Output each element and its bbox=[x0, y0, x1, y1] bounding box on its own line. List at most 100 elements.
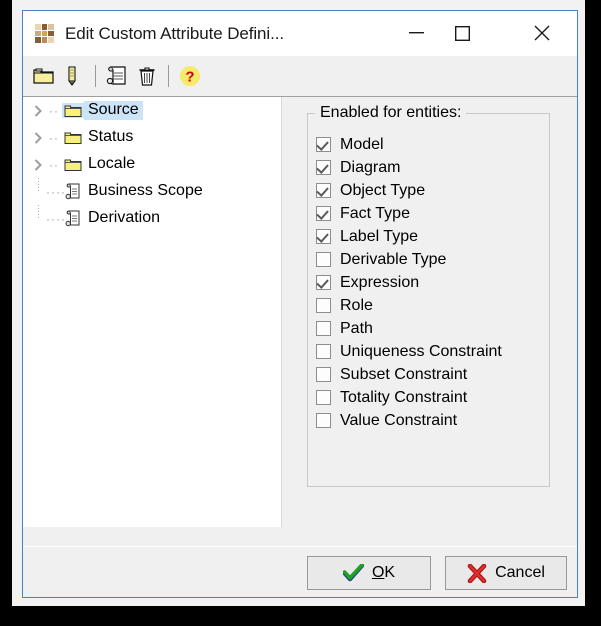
checkbox-role[interactable] bbox=[316, 298, 331, 313]
checkbox-expression[interactable] bbox=[316, 275, 331, 290]
scroll-icon bbox=[62, 182, 84, 201]
desktop-edge-right bbox=[585, 0, 601, 626]
folder-icon bbox=[62, 157, 84, 172]
checkbox-label: Totality Constraint bbox=[340, 388, 468, 406]
entity-checkbox-list: Model Diagram Object Type Fact Type Labe… bbox=[316, 133, 502, 432]
green-check-icon bbox=[342, 564, 364, 582]
checkbox-path[interactable] bbox=[316, 321, 331, 336]
checkbox-row-path[interactable]: Path bbox=[316, 317, 502, 340]
minimize-button[interactable] bbox=[393, 11, 439, 55]
folder-icon bbox=[62, 130, 84, 145]
tree-connector: ·· bbox=[49, 103, 59, 118]
checkbox-label: Value Constraint bbox=[340, 411, 458, 429]
ok-label: OK bbox=[371, 564, 396, 581]
toolbar-separator bbox=[168, 65, 169, 87]
folder-icon bbox=[33, 68, 54, 84]
pencil-icon bbox=[68, 66, 76, 86]
checkbox-label: Derivable Type bbox=[340, 250, 447, 268]
tree-item-status[interactable]: ·· Status bbox=[23, 124, 281, 151]
toolbar: ? bbox=[23, 56, 577, 97]
scroll-search-icon bbox=[106, 66, 126, 85]
checkbox-label: Subset Constraint bbox=[340, 365, 468, 383]
desktop-edge-left bbox=[0, 0, 12, 626]
checkbox-row-totality-constraint[interactable]: Totality Constraint bbox=[316, 386, 502, 409]
tree-item-source[interactable]: ·· Source bbox=[23, 97, 281, 124]
tree-connector: ···· bbox=[46, 211, 66, 226]
group-legend: Enabled for entities: bbox=[315, 104, 467, 122]
cancel-label: Cancel bbox=[495, 564, 545, 581]
chevron-right-icon[interactable] bbox=[31, 104, 46, 117]
tree-item-locale[interactable]: ·· Locale bbox=[23, 151, 281, 178]
edit-custom-attribute-definition-dialog: Edit Custom Attribute Defini... ? ·· Sou… bbox=[22, 10, 578, 598]
desktop-backdrop: Edit Custom Attribute Defini... ? ·· Sou… bbox=[0, 0, 601, 626]
checkbox-value-constraint[interactable] bbox=[316, 413, 331, 428]
checkbox-label: Model bbox=[340, 135, 384, 153]
tree-item-label: Status bbox=[88, 128, 134, 145]
close-icon bbox=[534, 25, 550, 41]
checkbox-label-type[interactable] bbox=[316, 229, 331, 244]
checkbox-row-value-constraint[interactable]: Value Constraint bbox=[316, 409, 502, 432]
desktop-edge-bottom bbox=[0, 606, 601, 626]
tree-connector: ·· bbox=[49, 157, 59, 172]
svg-text:?: ? bbox=[185, 69, 194, 86]
toolbar-separator bbox=[95, 65, 96, 87]
chevron-right-icon[interactable] bbox=[31, 131, 46, 144]
delete-button[interactable] bbox=[132, 61, 162, 91]
properties-button[interactable] bbox=[102, 61, 132, 91]
dialog-footer: OK Cancel bbox=[23, 546, 577, 597]
tree-connector bbox=[31, 205, 46, 232]
checkbox-totality-constraint[interactable] bbox=[316, 390, 331, 405]
tree-connector: ·· bbox=[49, 130, 59, 145]
tree-item-business-scope[interactable]: ···· Business Scope bbox=[23, 178, 281, 205]
maximize-button[interactable] bbox=[439, 11, 485, 55]
entity-settings-panel: Enabled for entities: Model Diagram Obje… bbox=[282, 97, 577, 546]
dialog-body: ·· Source ·· Status ·· Locale ···· Busin… bbox=[23, 97, 577, 546]
cancel-button[interactable]: Cancel bbox=[445, 556, 567, 590]
checkbox-row-diagram[interactable]: Diagram bbox=[316, 156, 502, 179]
checkbox-model[interactable] bbox=[316, 137, 331, 152]
red-x-icon bbox=[467, 563, 487, 583]
ok-button[interactable]: OK bbox=[307, 556, 431, 590]
window-title: Edit Custom Attribute Defini... bbox=[65, 23, 284, 43]
checkbox-object-type[interactable] bbox=[316, 183, 331, 198]
tree-item-derivation[interactable]: ···· Derivation bbox=[23, 205, 281, 232]
checkbox-derivable-type[interactable] bbox=[316, 252, 331, 267]
checkbox-label: Diagram bbox=[340, 158, 401, 176]
minimize-icon bbox=[408, 32, 424, 34]
scroll-icon bbox=[62, 209, 84, 228]
checkbox-fact-type[interactable] bbox=[316, 206, 331, 221]
checkbox-label: Expression bbox=[340, 273, 420, 291]
tree-item-label: Derivation bbox=[88, 209, 161, 226]
tree-connector: ···· bbox=[46, 184, 66, 199]
checkbox-row-derivable-type[interactable]: Derivable Type bbox=[316, 248, 502, 271]
checkbox-row-object-type[interactable]: Object Type bbox=[316, 179, 502, 202]
checkbox-row-uniqueness-constraint[interactable]: Uniqueness Constraint bbox=[316, 340, 502, 363]
chevron-right-icon[interactable] bbox=[31, 158, 46, 171]
checkbox-row-fact-type[interactable]: Fact Type bbox=[316, 202, 502, 225]
trash-icon bbox=[139, 67, 155, 86]
checkbox-uniqueness-constraint[interactable] bbox=[316, 344, 331, 359]
checkbox-label: Label Type bbox=[340, 227, 418, 245]
checkbox-row-role[interactable]: Role bbox=[316, 294, 502, 317]
checkbox-diagram[interactable] bbox=[316, 160, 331, 175]
checkbox-row-model[interactable]: Model bbox=[316, 133, 502, 156]
folder-icon bbox=[62, 103, 84, 118]
tree-item-label: Source bbox=[84, 101, 143, 120]
help-button[interactable]: ? bbox=[175, 61, 205, 91]
new-folder-button[interactable] bbox=[29, 61, 59, 91]
checkbox-row-subset-constraint[interactable]: Subset Constraint bbox=[316, 363, 502, 386]
tree-item-label: Locale bbox=[88, 155, 136, 172]
question-mark-icon: ? bbox=[180, 66, 200, 86]
checkbox-label: Object Type bbox=[340, 181, 426, 199]
checkbox-subset-constraint[interactable] bbox=[316, 367, 331, 382]
checkbox-label: Path bbox=[340, 319, 373, 337]
tree-connector bbox=[31, 178, 46, 205]
title-bar[interactable]: Edit Custom Attribute Defini... bbox=[23, 11, 577, 56]
edit-button[interactable] bbox=[59, 61, 89, 91]
attribute-tree[interactable]: ·· Source ·· Status ·· Locale ···· Busin… bbox=[23, 97, 281, 527]
checkbox-label: Fact Type bbox=[340, 204, 410, 222]
close-button[interactable] bbox=[519, 11, 565, 55]
maximize-icon bbox=[454, 25, 470, 41]
checkbox-row-label-type[interactable]: Label Type bbox=[316, 225, 502, 248]
checkbox-row-expression[interactable]: Expression bbox=[316, 271, 502, 294]
